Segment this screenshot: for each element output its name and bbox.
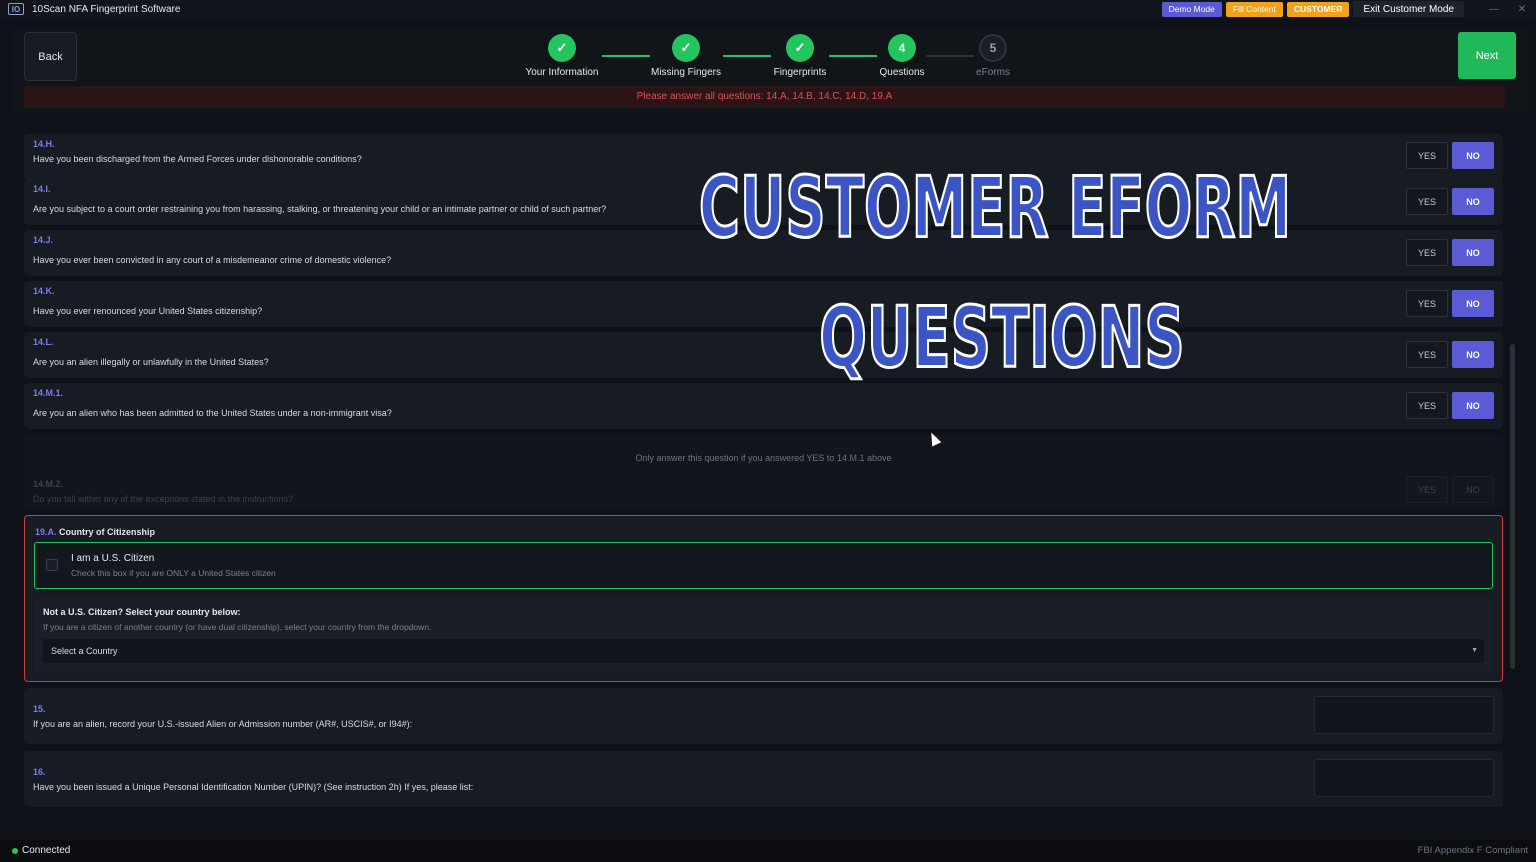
us-citizen-checkbox[interactable] (46, 559, 58, 571)
step-label: Missing Fingers (650, 67, 722, 78)
non-citizen-title: Not a U.S. Citizen? Select your country … (43, 607, 241, 617)
question-number: 14.L. (33, 337, 54, 347)
conditional-note: Only answer this question if you answere… (635, 453, 892, 463)
validation-warning: Please answer all questions: 14.A, 14.B,… (24, 86, 1505, 108)
status-bar: Connected FBI Appendix F Compliant (0, 840, 1536, 862)
yes-button[interactable]: YES (1406, 239, 1448, 266)
yes-button[interactable]: YES (1406, 142, 1448, 169)
app-title: 10Scan NFA Fingerprint Software (32, 3, 181, 15)
scrollbar[interactable] (1510, 344, 1515, 669)
customer-badge: CUSTOMER (1286, 1, 1350, 17)
question-text: Do you fall within any of the exceptions… (33, 494, 294, 504)
no-button: NO (1452, 476, 1494, 503)
question-text: Have you been discharged from the Armed … (33, 154, 362, 164)
step-missing-fingers[interactable]: ✓ Missing Fingers (631, 34, 741, 78)
step-your-information[interactable]: ✓ Your Information (507, 34, 617, 78)
overlay-caption-line1: CUSTOMER EFORM (698, 159, 1292, 260)
question-number: 15. (33, 704, 46, 714)
question-14l: 14.L. Are you an alien illegally or unla… (24, 332, 1503, 378)
us-citizen-label: I am a U.S. Citizen (71, 553, 155, 564)
country-select[interactable]: Select a Country ▼ (43, 639, 1484, 663)
no-button[interactable]: NO (1452, 341, 1494, 368)
yes-button[interactable]: YES (1406, 290, 1448, 317)
minimize-icon[interactable]: — (1480, 4, 1508, 15)
back-button[interactable]: Back (24, 32, 77, 81)
question-text: Have you ever renounced your United Stat… (33, 306, 263, 316)
demo-mode-button[interactable]: Demo Mode (1161, 1, 1222, 17)
question-number: 14.I. (33, 184, 51, 194)
question-14k: 14.K. Have you ever renounced your Unite… (24, 281, 1503, 327)
app-logo-icon: IO (8, 3, 24, 15)
question-number: 16. (33, 767, 46, 777)
question-text: If you are an alien, record your U.S.-is… (33, 719, 413, 729)
connection-status: Connected (22, 845, 71, 856)
question-text: Are you subject to a court order restrai… (33, 204, 607, 214)
question-number: 14.M.2. (33, 479, 64, 489)
step-number: 5 (979, 34, 1007, 62)
question-14m1: 14.M.1. Are you an alien who has been ad… (24, 383, 1503, 429)
yes-button: YES (1406, 476, 1448, 503)
no-button[interactable]: NO (1452, 239, 1494, 266)
overlay-caption-line2: QUESTIONS (818, 289, 1186, 390)
question-number: 14.H. (33, 139, 55, 149)
question-number: 14.M.1. (33, 388, 64, 398)
us-citizen-option[interactable]: I am a U.S. Citizen Check this box if yo… (34, 542, 1493, 589)
check-icon: ✓ (786, 34, 814, 62)
next-button[interactable]: Next (1458, 32, 1516, 79)
close-icon[interactable]: ✕ (1508, 4, 1536, 15)
question-text: Are you an alien illegally or unlawfully… (33, 357, 269, 367)
upin-input[interactable] (1314, 759, 1494, 797)
question-text: Are you an alien who has been admitted t… (33, 408, 392, 418)
check-icon: ✓ (672, 34, 700, 62)
step-number: 4 (888, 34, 916, 62)
no-button[interactable]: NO (1452, 142, 1494, 169)
alien-number-input[interactable] (1314, 696, 1494, 734)
yes-button[interactable]: YES (1406, 392, 1448, 419)
citizenship-section: 19.A. Country of Citizenship I am a U.S.… (24, 515, 1503, 682)
country-select-value: Select a Country (51, 646, 118, 656)
exit-customer-mode-button[interactable]: Exit Customer Mode (1353, 1, 1464, 17)
yes-button[interactable]: YES (1406, 188, 1448, 215)
no-button[interactable]: NO (1452, 188, 1494, 215)
no-button[interactable]: NO (1452, 392, 1494, 419)
chevron-down-icon: ▼ (1471, 647, 1478, 654)
question-text: Have you ever been convicted in any cour… (33, 255, 392, 265)
question-text: Have you been issued a Unique Personal I… (33, 782, 474, 792)
question-14m2: Only answer this question if you answere… (24, 435, 1503, 509)
question-16: 16. Have you been issued a Unique Person… (24, 751, 1503, 807)
non-citizen-panel: Not a U.S. Citizen? Select your country … (34, 598, 1493, 673)
question-number: 14.K. (33, 286, 55, 296)
step-fingerprints[interactable]: ✓ Fingerprints (745, 34, 855, 78)
step-label: Fingerprints (773, 67, 827, 78)
non-citizen-hint: If you are a citizen of another country … (43, 622, 432, 632)
yes-button[interactable]: YES (1406, 341, 1448, 368)
compliance-label: FBI Appendix F Compliant (1417, 845, 1528, 856)
us-citizen-hint: Check this box if you are ONLY a United … (71, 568, 276, 578)
title-bar: IO 10Scan NFA Fingerprint Software Demo … (0, 0, 1536, 18)
fill-content-button[interactable]: Fill Content (1225, 1, 1283, 17)
check-icon: ✓ (548, 34, 576, 62)
section-title-text: Country of Citizenship (59, 527, 156, 537)
connected-dot-icon (12, 848, 18, 854)
step-eforms[interactable]: 5 eForms (938, 34, 1048, 78)
section-title: 19.A. Country of Citizenship (35, 527, 155, 537)
question-number: 19.A. (35, 527, 57, 537)
step-label: eForms (976, 67, 1010, 78)
no-button[interactable]: NO (1452, 290, 1494, 317)
question-15: 15. If you are an alien, record your U.S… (24, 688, 1503, 744)
step-label: Your Information (525, 67, 599, 78)
question-number: 14.J. (33, 235, 54, 245)
